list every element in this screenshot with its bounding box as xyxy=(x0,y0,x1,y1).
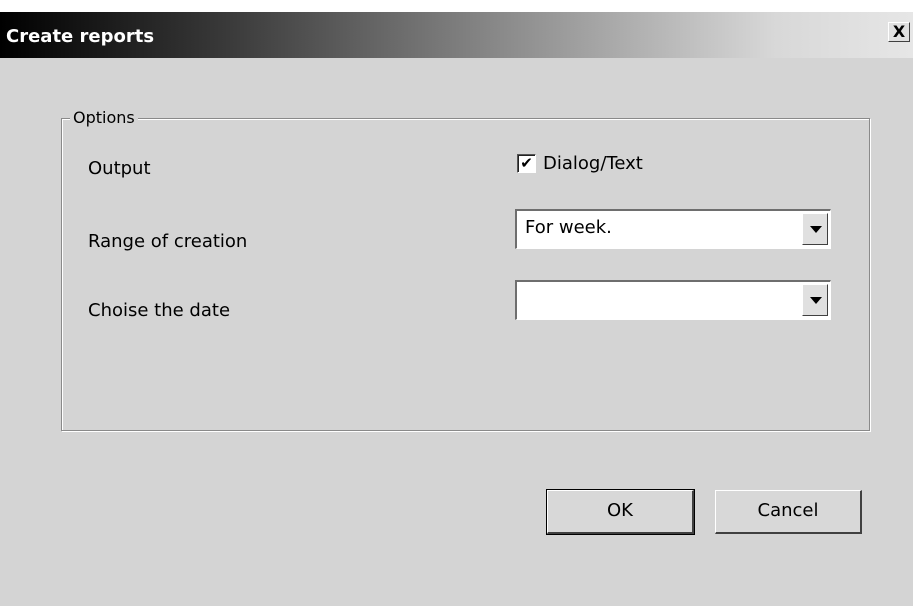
range-label: Range of creation xyxy=(88,231,248,252)
dialog-title: Create reports xyxy=(6,26,155,47)
dialog-text-checkbox[interactable]: ✔ xyxy=(517,154,536,173)
range-select[interactable]: For week. xyxy=(515,209,831,249)
close-button[interactable]: X xyxy=(888,22,910,42)
ok-button[interactable]: OK xyxy=(546,489,695,535)
date-label: Choise the date xyxy=(88,300,231,321)
date-select[interactable] xyxy=(515,280,831,320)
title-bar[interactable]: Create reports X xyxy=(0,12,913,58)
dialog-text-checkbox-label[interactable]: Dialog/Text xyxy=(543,153,643,174)
range-select-value: For week. xyxy=(525,217,612,238)
options-group-label: Options xyxy=(70,108,138,127)
checkmark-icon: ✔ xyxy=(520,154,533,172)
chevron-down-icon[interactable] xyxy=(802,213,828,245)
output-label: Output xyxy=(88,158,151,179)
options-groupbox xyxy=(61,118,870,431)
chevron-down-icon[interactable] xyxy=(802,284,828,316)
cancel-button[interactable]: Cancel xyxy=(715,490,862,534)
